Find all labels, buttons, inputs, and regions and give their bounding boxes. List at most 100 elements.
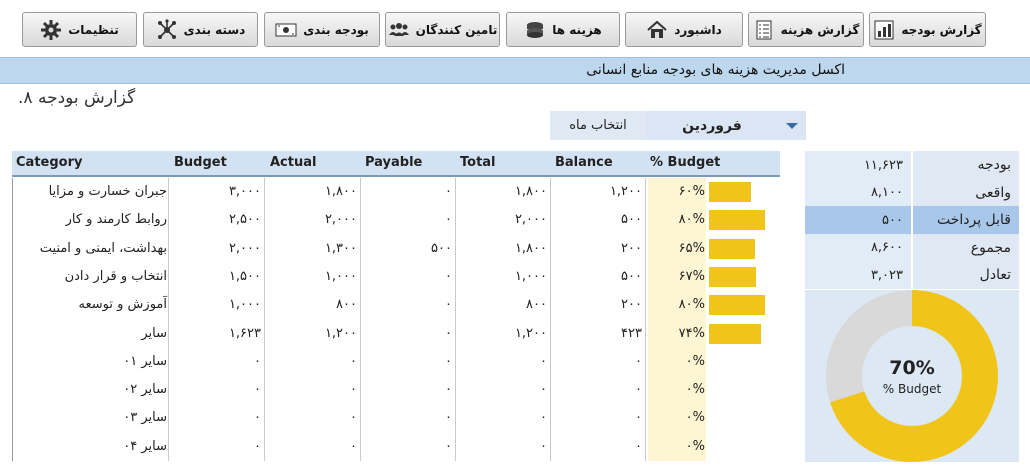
header-actual: Actual [270,155,317,170]
actual-cell: ۲,۰۰۰ [324,212,357,228]
expense-report-button[interactable]: گزارش هزینه [748,12,864,47]
donut-label: % Budget [882,381,942,396]
gear-icon [41,19,62,40]
budget-donut-chart: 70% % Budget [805,290,1019,462]
table-row: انتخاب و قرار دادن ۱,۵۰۰ ۱,۰۰۰ ۰ ۱,۰۰۰ ۵۰۰ ۶۷% [13,263,781,291]
pct-bar [709,238,755,259]
header-budget: Budget [174,155,227,170]
total-cell: ۱,۰۰۰ [514,268,547,284]
donut-percent: 70% [889,356,935,379]
table-header: Category Budget Actual Payable Total Bal… [12,151,780,177]
budgeting-button[interactable]: بودجه بندی [264,12,380,47]
summary-value: ۵۰۰ [805,206,911,234]
banner-title: اکسل مدیریت هزینه های بودجه منابع انسانی [586,62,845,78]
column-divider [550,178,551,461]
column-divider [455,178,456,461]
actual-cell: ۰ [350,382,357,398]
toolbar-label: گزارش هزینه [780,22,860,37]
pct-cell: ۷۴% [678,325,705,341]
toolbar-label: دسته بندی [183,22,246,37]
category-cell: بهداشت، ایمنی و امنیت [39,240,167,256]
table-row: آموزش و توسعه ۱,۰۰۰ ۸۰۰ ۰ ۸۰۰ ۲۰۰ ۸۰% [13,291,781,319]
total-cell: ۰ [540,382,547,398]
settings-button[interactable]: تنظیمات [22,12,137,47]
toolbar-label: بودجه بندی [303,22,369,37]
toolbar-label: داشبورد [674,22,722,37]
summary-row: ۵۰۰ قابل پرداخت [805,206,1019,234]
payable-cell: ۰ [445,410,452,426]
total-cell: ۱,۸۰۰ [514,240,547,256]
pct-bar [709,210,765,231]
table-row: سایر ۰۴ ۰ ۰ ۰ ۰ ۰ ۰% [13,433,781,461]
actual-cell: ۰ [350,353,357,369]
toolbar-label: گزارش بودجه [901,22,982,37]
actual-cell: ۱,۳۰۰ [324,240,357,256]
pct-cell: ۶۵% [678,240,705,256]
summary-row: ۸,۱۰۰ واقعی [805,178,1019,207]
pct-cell: ۸۰% [678,212,705,228]
budget-cell: ۲,۵۰۰ [228,212,261,228]
table-row: سایر ۰۱ ۰ ۰ ۰ ۰ ۰ ۰% [13,348,781,376]
payable-cell: ۰ [445,325,452,341]
budget-report-button[interactable]: گزارش بودجه [869,12,986,47]
header-total: Total [460,155,496,170]
table-row: بهداشت، ایمنی و امنیت ۲,۰۰۰ ۱,۳۰۰ ۵۰۰ ۱,۸۰۰ ۲… [13,235,781,263]
summary-value: ۳,۰۲۳ [805,261,911,289]
category-cell: روابط کارمند و کار [65,212,167,228]
column-divider [645,178,646,461]
pct-cell: ۰% [685,382,705,398]
toolbar-label: تنظیمات [68,22,119,37]
summary-value: ۱۱,۶۲۳ [805,151,911,179]
summary-row: ۳,۰۲۳ تعادل [805,261,1019,289]
payable-cell: ۵۰۰ [431,240,452,256]
table-row: سایر ۱,۶۲۳ ۱,۲۰۰ ۰ ۱,۲۰۰ ۴۲۳ ۷۴% [13,320,781,348]
table-row: سایر ۰۲ ۰ ۰ ۰ ۰ ۰ ۰% [13,376,781,404]
bar-chart-icon [874,20,894,39]
budget-cell: ۳,۰۰۰ [228,184,261,199]
month-label: انتخاب ماه [550,111,646,140]
summary-row: ۸,۶۰۰ مجموع [805,233,1019,262]
actual-cell: ۱,۰۰۰ [324,268,357,284]
summary-value: ۸,۱۰۰ [805,178,911,207]
balance-cell: ۲۰۰ [621,240,642,256]
table-row: سایر ۰۳ ۰ ۰ ۰ ۰ ۰ ۰% [13,404,781,432]
header-pct-budget: % Budget [650,155,721,170]
pct-bar [709,182,751,202]
table-body: جبران خسارت و مزایا ۳,۰۰۰ ۱,۸۰۰ ۰ ۱,۸۰۰ ۱,۲۰۰… [12,178,780,461]
pct-cell: ۶۰% [678,184,705,199]
column-divider [360,178,361,461]
category-cell: انتخاب و قرار دادن [64,268,167,284]
total-cell: ۰ [540,353,547,369]
balance-cell: ۰ [635,353,642,369]
balance-cell: ۰ [635,410,642,426]
balance-cell: ۵۰۰ [621,212,642,228]
balance-cell: ۴۲۳ [621,325,642,341]
actual-cell: ۰ [350,438,357,454]
donut-center: 70% % Budget [805,290,1019,462]
expenses-button[interactable]: هزینه ها [506,12,620,47]
summary-label: واقعی [913,178,1019,207]
total-cell: ۱,۸۰۰ [514,184,547,199]
network-icon [157,18,176,39]
budget-cell: ۰ [254,410,261,426]
category-cell: آموزش و توسعه [78,297,167,313]
category-cell: سایر [141,325,167,341]
column-divider [168,178,169,461]
money-icon [275,23,297,36]
summary-label: تعادل [913,261,1019,289]
categories-button[interactable]: دسته بندی [143,12,258,47]
payable-cell: ۰ [445,268,452,284]
budget-cell: ۱,۰۰۰ [228,297,261,313]
summary-row: ۱۱,۶۲۳ بودجه [805,151,1019,179]
pct-cell: ۰% [685,438,705,454]
suppliers-button[interactable]: تامین کنندگان [385,12,500,47]
month-dropdown-button[interactable] [778,111,806,140]
dashboard-button[interactable]: داشبورد [625,12,743,47]
home-icon [647,20,667,38]
category-cell: سایر ۰۱ [123,353,167,369]
actual-cell: ۰ [350,410,357,426]
title-banner: اکسل مدیریت هزینه های بودجه منابع انسانی [0,57,1030,84]
checklist-icon [756,20,772,39]
month-dropdown-value[interactable]: فروردین [646,111,778,140]
page-title: گزارش بودجه ۸. [18,88,136,108]
